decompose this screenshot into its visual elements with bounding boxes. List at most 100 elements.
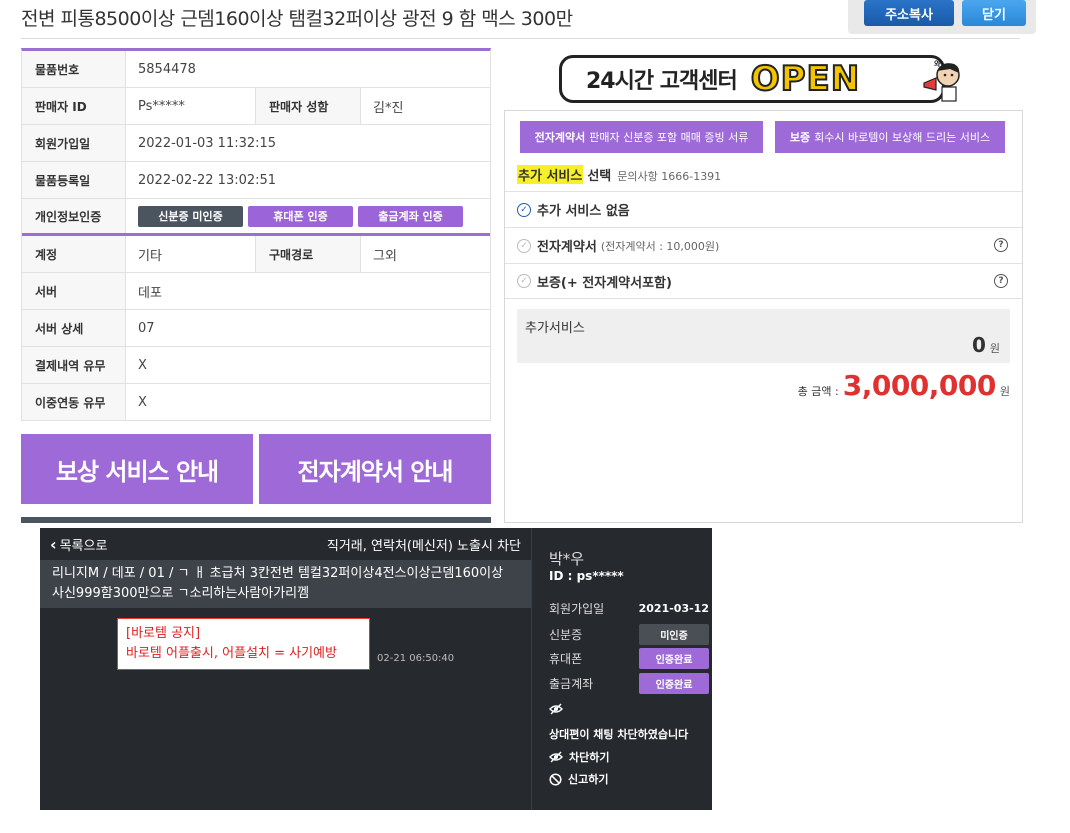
row-join-date: 회원가입일 2022-01-03 11:32:15	[22, 125, 490, 162]
additional-service-panel: 전자계약서 판매자 신분증 포함 매매 증빙 서류 보증 회수시 바로템이 보상…	[504, 110, 1023, 523]
close-button[interactable]: 닫기	[962, 0, 1026, 26]
summary-value: 0	[971, 333, 986, 357]
chat-account-label: 출금계좌	[549, 677, 594, 691]
account-value: 기타	[126, 236, 256, 272]
id-unverified-badge: 신분증 미인증	[138, 205, 243, 227]
reward-service-button[interactable]: 보상 서비스 안내	[21, 434, 253, 504]
service-summary: 추가서비스 0 원	[517, 309, 1010, 363]
join-date-label: 회원가입일	[22, 125, 126, 161]
check-circle-icon: ✓	[517, 202, 531, 217]
row-double: 이중연동 유무 X	[22, 384, 490, 421]
payment-label: 결제내역 유무	[22, 347, 126, 383]
row-reg-date: 물품등록일 2022-02-22 13:02:51	[22, 162, 490, 199]
seller-id-label: 판매자 ID	[22, 88, 126, 124]
chat-id-badge: 미인증	[639, 624, 709, 645]
e-contract-button[interactable]: 전자계약서 안내	[259, 434, 491, 504]
add-service-select: 선택	[587, 169, 612, 184]
server-label: 서버	[22, 273, 126, 309]
option-contract-price: (전자계약서 : 10,000원)	[600, 239, 720, 253]
row-account: 계정 기타 구매경로 그외	[22, 236, 490, 273]
seller-id-value: Ps*****	[126, 88, 256, 124]
eye-off-icon[interactable]	[549, 703, 569, 715]
chat-id-row: 신분증 미인증	[549, 624, 709, 645]
eye-off-icon	[549, 751, 563, 763]
server-detail-label: 서버 상세	[22, 310, 126, 346]
banner-shout: 와!	[934, 59, 944, 68]
total-label: 총 금액 :	[797, 385, 839, 398]
reg-date-label: 물품등록일	[22, 162, 126, 198]
chat-user-id: ID : ps*****	[549, 569, 624, 583]
chevron-left-icon: ‹	[50, 534, 57, 554]
total-unit: 원	[999, 385, 1010, 398]
megaphone-mascot-icon: 와!	[923, 59, 960, 102]
chat-account-badge: 인증완료	[639, 673, 709, 694]
payment-value: X	[138, 357, 147, 373]
row-payment: 결제내역 유무 X	[22, 347, 490, 384]
top-button-group: 주소복사 닫기	[848, 0, 1036, 34]
banner-open: OPEN	[750, 58, 861, 100]
account-label: 계정	[22, 236, 126, 272]
row-server: 서버 데포	[22, 273, 490, 310]
check-circle-icon: ✓	[517, 274, 531, 288]
ban-icon	[549, 772, 562, 786]
inquiry-phone: 문의사항 1666-1391	[617, 170, 722, 183]
add-service-highlight: 추가 서비스	[517, 165, 584, 184]
phone-verified-badge: 휴대폰 인증	[248, 205, 353, 227]
guarantee-desc: 회수시 바로템이 보상해 드리는 서비스	[814, 131, 991, 144]
purchase-route-value: 그외	[373, 248, 397, 264]
row-seller: 판매자 ID Ps***** 판매자 성함 김*진	[22, 88, 490, 125]
server-detail-value: 07	[138, 320, 155, 336]
summary-amount: 0 원	[972, 333, 1000, 357]
report-label: 신고하기	[568, 773, 609, 786]
back-label: 목록으로	[59, 538, 108, 554]
copy-address-button[interactable]: 주소복사	[864, 0, 954, 26]
server-value: 데포	[138, 285, 162, 301]
help-icon[interactable]: ?	[994, 238, 1008, 252]
chat-phone-row: 휴대폰 인증완료	[549, 648, 709, 669]
chat-join-row: 회원가입일 2021-03-12	[549, 600, 709, 617]
verify-badges: 신분증 미인증 휴대폰 인증 출금계좌 인증	[126, 199, 490, 233]
chat-user-name: 박*우	[549, 550, 585, 568]
back-to-list-button[interactable]: ‹ 목록으로	[50, 535, 107, 554]
block-label: 차단하기	[569, 751, 610, 764]
guarantee-info-button[interactable]: 보증 회수시 바로템이 보상해 드리는 서비스	[775, 121, 1005, 153]
chat-window: ‹ 목록으로 직거래, 연락처(메신저) 노출시 차단 리니지M / 데포 / …	[40, 528, 712, 810]
e-contract-desc: 판매자 신분증 포함 매매 증빙 서류	[589, 131, 749, 144]
notice-title: [바로템 공지]	[126, 626, 201, 641]
chat-join-label: 회원가입일	[549, 602, 605, 616]
option-none-label: 추가 서비스 없음	[537, 204, 630, 219]
report-button[interactable]: 신고하기	[549, 771, 608, 787]
notice-message: [바로템 공지] 바로템 어플출시, 어플설치 = 사기예방	[117, 618, 370, 670]
chat-id-label: 신분증	[549, 628, 583, 642]
option-guarantee[interactable]: ✓ 보증(+ 전자계약서포함) ?	[505, 263, 1022, 299]
customer-center-banner[interactable]: 24시간 고객센터 OPEN	[559, 55, 945, 103]
account-verified-badge: 출금계좌 인증	[358, 205, 463, 227]
notice-body: 바로템 어플출시, 어플설치 = 사기예방	[126, 646, 337, 661]
e-contract-info-button[interactable]: 전자계약서 판매자 신분증 포함 매매 증빙 서류	[520, 121, 763, 153]
option-contract-label: 전자계약서	[537, 240, 597, 255]
total-amount: 총 금액 : 3,000,000 원	[798, 369, 1010, 402]
item-no-label: 물품번호	[22, 51, 126, 87]
purchase-route-label: 구매경로	[256, 236, 361, 272]
summary-unit: 원	[989, 342, 1000, 355]
option-none[interactable]: ✓ 추가 서비스 없음	[505, 191, 1022, 227]
add-service-heading: 추가 서비스 선택 문의사항 1666-1391	[517, 165, 721, 184]
chat-phone-badge: 인증완료	[639, 648, 709, 669]
verify-label: 개인정보인증	[22, 199, 126, 233]
row-verification: 개인정보인증 신분증 미인증 휴대폰 인증 출금계좌 인증	[22, 199, 490, 236]
block-button[interactable]: 차단하기	[549, 749, 609, 765]
page-title: 전변 피통8500이상 근뎀160이상 탬컬32퍼이상 광전 9 함 맥스 30…	[21, 8, 573, 30]
chat-blocked-message: 상대편이 채팅 차단하였습니다	[549, 728, 689, 741]
help-icon[interactable]: ?	[994, 274, 1008, 288]
double-value: X	[138, 394, 147, 410]
option-e-contract[interactable]: ✓ 전자계약서 (전자계약서 : 10,000원) ?	[505, 227, 1022, 263]
chat-account-row: 출금계좌 인증완료	[549, 673, 709, 694]
double-label: 이중연동 유무	[22, 384, 126, 420]
e-contract-tag: 전자계약서	[534, 131, 586, 144]
chat-block-notice: 직거래, 연락처(메신저) 노출시 차단	[326, 538, 521, 554]
seller-name-value: 김*진	[373, 100, 404, 116]
title-divider	[21, 38, 1020, 39]
option-guarantee-label: 보증(+ 전자계약서포함)	[537, 275, 672, 291]
divider-bar	[21, 517, 491, 523]
row-item-no: 물품번호 5854478	[22, 51, 490, 88]
